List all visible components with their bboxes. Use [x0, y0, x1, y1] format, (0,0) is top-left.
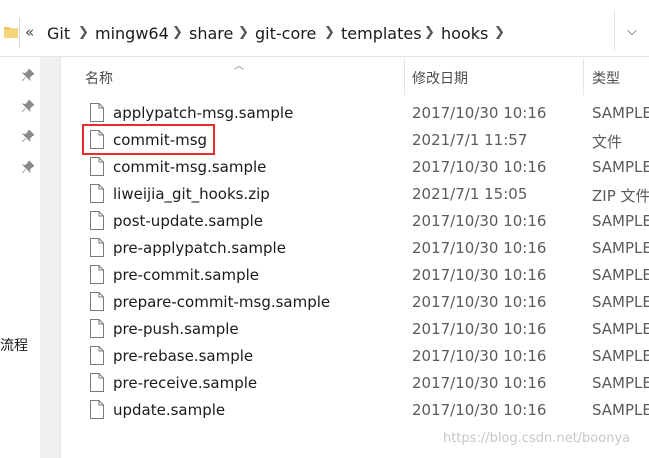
file-icon — [90, 400, 104, 419]
file-name[interactable]: post-update.sample — [113, 212, 263, 230]
pin-icon[interactable] — [22, 100, 34, 112]
address-bar[interactable]: « Git ❯ mingw64 ❯ share ❯ git-core ❯ tem… — [0, 0, 649, 57]
file-row[interactable]: update.sample 2017/10/30 10:16 SAMPLE — [61, 397, 649, 424]
sort-ascending-icon: ︿ — [234, 61, 244, 72]
watermark: https://blog.csdn.net/boonya — [443, 431, 631, 446]
file-icon — [90, 346, 104, 365]
file-modified-date: 2017/10/30 10:16 — [412, 239, 547, 257]
file-row[interactable]: pre-commit.sample 2017/10/30 10:16 SAMPLE — [61, 262, 649, 289]
navigation-pane: 流程 — [0, 57, 40, 458]
chevron-right-icon[interactable]: ❯ — [78, 25, 89, 40]
chevron-right-icon[interactable]: ❯ — [238, 25, 249, 40]
file-modified-date: 2017/10/30 10:16 — [412, 158, 547, 176]
address-divider — [614, 10, 615, 50]
file-modified-date: 2021/7/1 15:05 — [412, 185, 528, 203]
file-modified-date: 2017/10/30 10:16 — [412, 104, 547, 122]
file-name[interactable]: pre-rebase.sample — [113, 347, 253, 365]
nav-scrollbar[interactable] — [40, 57, 61, 458]
file-type: SAMPLE — [592, 320, 649, 338]
file-modified-date: 2017/10/30 10:16 — [412, 293, 547, 311]
column-header-name[interactable]: 名称 — [85, 68, 113, 88]
file-name[interactable]: pre-commit.sample — [113, 266, 259, 284]
file-name[interactable]: liweijia_git_hooks.zip — [113, 185, 270, 203]
file-icon — [90, 319, 104, 338]
file-modified-date: 2017/10/30 10:16 — [412, 212, 547, 230]
breadcrumb-templates[interactable]: templates — [341, 24, 422, 43]
file-modified-date: 2017/10/30 10:16 — [412, 320, 547, 338]
file-row[interactable]: pre-rebase.sample 2017/10/30 10:16 SAMPLE — [61, 343, 649, 370]
file-icon — [90, 211, 104, 230]
file-type: SAMPLE — [592, 212, 649, 230]
file-row[interactable]: applypatch-msg.sample 2017/10/30 10:16 SAM… — [61, 100, 649, 127]
file-row[interactable]: pre-push.sample 2017/10/30 10:16 SAMPLE — [61, 316, 649, 343]
file-modified-date: 2017/10/30 10:16 — [412, 374, 547, 392]
file-icon — [90, 184, 104, 203]
column-divider[interactable] — [583, 59, 584, 95]
file-modified-date: 2017/10/30 10:16 — [412, 401, 547, 419]
file-row[interactable]: pre-receive.sample 2017/10/30 10:16 SAMPLE — [61, 370, 649, 397]
chevron-right-icon[interactable]: ❯ — [494, 25, 505, 40]
breadcrumb-share[interactable]: share — [189, 24, 233, 43]
file-icon — [90, 103, 104, 122]
file-icon — [90, 373, 104, 392]
file-type: SAMPLE — [592, 266, 649, 284]
file-type: SAMPLE — [592, 158, 649, 176]
breadcrumb-mingw64[interactable]: mingw64 — [95, 24, 169, 43]
file-modified-date: 2017/10/30 10:16 — [412, 266, 547, 284]
file-row[interactable]: pre-applypatch.sample 2017/10/30 10:16 SAM… — [61, 235, 649, 262]
chevron-down-icon[interactable]: ⌵ — [627, 24, 637, 39]
column-header-type[interactable]: 类型 — [592, 68, 620, 88]
file-row[interactable]: prepare-commit-msg.sample 2017/10/30 10:1… — [61, 289, 649, 316]
file-type: SAMPLE — [592, 239, 649, 257]
file-name[interactable]: pre-applypatch.sample — [113, 239, 286, 257]
pin-icon[interactable] — [22, 69, 34, 81]
breadcrumb-git[interactable]: Git — [47, 24, 70, 43]
file-row[interactable]: liweijia_git_hooks.zip 2021/7/1 15:05 ZIP … — [61, 181, 649, 208]
file-icon — [90, 157, 104, 176]
file-type: 文件 — [592, 133, 623, 151]
breadcrumb-git-core[interactable]: git-core — [255, 24, 316, 43]
file-icon — [90, 265, 104, 284]
file-modified-date: 2021/7/1 11:57 — [412, 131, 528, 149]
file-type: ZIP 文件 — [592, 187, 649, 205]
file-icon — [90, 292, 104, 311]
pin-icon[interactable] — [22, 130, 34, 142]
breadcrumb-hooks[interactable]: hooks — [441, 24, 488, 43]
column-header-date[interactable]: 修改日期 — [412, 68, 468, 88]
file-row[interactable]: post-update.sample 2017/10/30 10:16 SAMPLE — [61, 208, 649, 235]
address-divider — [19, 18, 20, 48]
nav-item-label[interactable]: 流程 — [0, 335, 28, 355]
file-name[interactable]: applypatch-msg.sample — [113, 104, 293, 122]
file-name[interactable]: prepare-commit-msg.sample — [113, 293, 330, 311]
file-type: SAMPLE — [592, 104, 649, 122]
chevron-right-icon[interactable]: ❯ — [424, 25, 435, 40]
file-row[interactable]: commit-msg.sample 2017/10/30 10:16 SAMPLE — [61, 154, 649, 181]
file-type: SAMPLE — [592, 347, 649, 365]
column-header: ︿ 名称 修改日期 类型 — [61, 57, 649, 97]
folder-icon — [4, 27, 18, 38]
highlight-annotation — [82, 124, 215, 155]
chevron-right-icon[interactable]: ❯ — [324, 25, 335, 40]
breadcrumb-overflow-button[interactable]: « — [25, 23, 34, 41]
file-name[interactable]: pre-push.sample — [113, 320, 239, 338]
file-type: SAMPLE — [592, 401, 649, 419]
column-divider[interactable] — [404, 59, 405, 95]
file-name[interactable]: update.sample — [113, 401, 225, 419]
file-icon — [90, 238, 104, 257]
file-type: SAMPLE — [592, 293, 649, 311]
file-type: SAMPLE — [592, 374, 649, 392]
pin-icon[interactable] — [22, 161, 34, 173]
chevron-right-icon[interactable]: ❯ — [172, 25, 183, 40]
file-name[interactable]: commit-msg.sample — [113, 158, 266, 176]
file-name[interactable]: pre-receive.sample — [113, 374, 257, 392]
file-modified-date: 2017/10/30 10:16 — [412, 347, 547, 365]
